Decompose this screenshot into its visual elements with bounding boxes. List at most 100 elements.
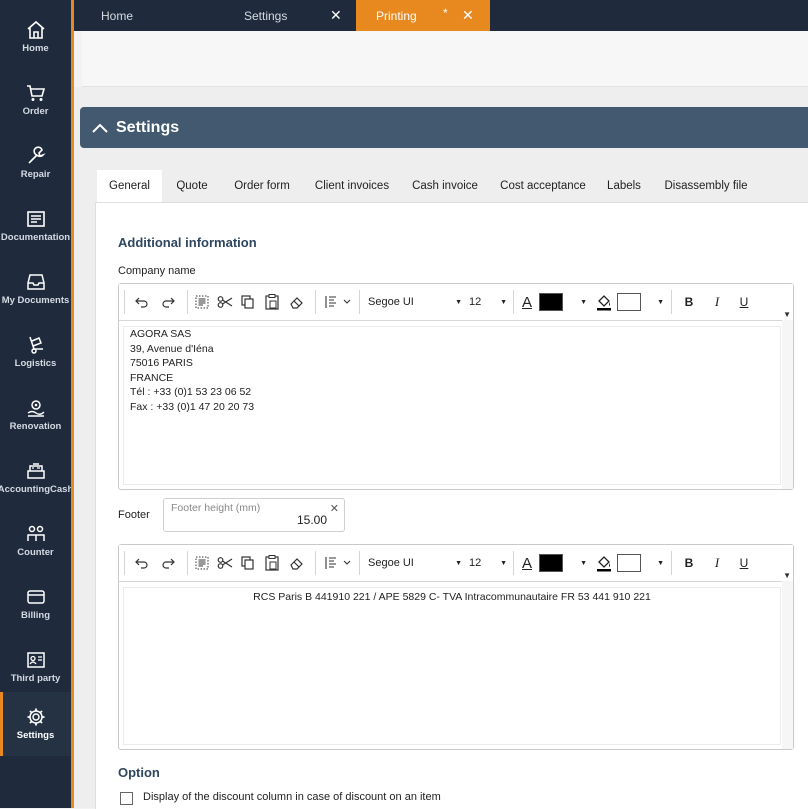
subtab-label: Cost acceptance [500, 180, 586, 192]
clear-format-button[interactable] [288, 553, 306, 573]
subtab-cost-acceptance[interactable]: Cost acceptance [497, 170, 589, 202]
font-family-value: Segoe UI [368, 296, 414, 308]
subtab-labels[interactable]: Labels [605, 170, 643, 202]
sidebar-item-my-documents[interactable]: My Documents [0, 260, 71, 318]
sidebar-item-renovation[interactable]: Renovation [0, 386, 71, 444]
tab-label: Settings [244, 8, 288, 23]
additional-information-heading: Additional information [118, 235, 257, 250]
tab-home[interactable]: Home [101, 0, 181, 31]
sidebar-item-settings[interactable]: Settings [0, 692, 71, 756]
alignment-dropdown[interactable] [324, 553, 352, 573]
toolbar-separator [187, 551, 188, 575]
font-size-dropdown[interactable]: 12 ▼ [469, 553, 507, 573]
underline-button[interactable]: U [736, 553, 752, 573]
redo-button[interactable] [159, 292, 177, 312]
font-family-value: Segoe UI [368, 557, 414, 569]
bold-button[interactable]: B [681, 292, 697, 312]
close-icon[interactable]: ✕ [462, 7, 474, 24]
sidebar-item-label: Billing [20, 610, 51, 621]
sidebar-item-label: Third party [10, 673, 61, 684]
highlight-color-button[interactable] [595, 553, 613, 573]
font-color-dropdown[interactable]: ▼ [567, 292, 587, 312]
editor-scrollbar[interactable] [782, 320, 793, 489]
tab-printing[interactable]: Printing * ✕ [356, 0, 490, 31]
footer-text[interactable]: RCS Paris B 441910 221 / APE 5829 C- TVA… [123, 587, 781, 745]
highlight-color-dropdown[interactable]: ▼ [644, 553, 664, 573]
sidebar-item-label: AccountingCash [0, 484, 74, 495]
sidebar-item-documentation[interactable]: Documentation [0, 197, 71, 255]
editor-toolbar: Segoe UI ▼ 12 ▼ A ▼ ▼ B I U ▼ [119, 545, 793, 582]
subtab-client-invoices[interactable]: Client invoices [311, 170, 393, 202]
toolbar-more-icon[interactable]: ▼ [783, 571, 791, 580]
home-icon [26, 20, 45, 39]
inbox-icon [26, 274, 45, 290]
sidebar-item-logistics[interactable]: Logistics [0, 323, 71, 381]
select-all-button[interactable] [193, 292, 211, 312]
paste-button[interactable] [263, 292, 281, 312]
footer-height-placeholder: Footer height (mm) [171, 502, 261, 514]
underline-button[interactable]: U [736, 292, 752, 312]
toolbar-separator [315, 290, 316, 314]
font-color-button[interactable]: A [519, 292, 535, 312]
copy-button[interactable] [239, 292, 257, 312]
subtab-disassembly-file[interactable]: Disassembly file [661, 170, 751, 202]
italic-button[interactable]: I [709, 553, 725, 573]
dropdown-arrow-icon: ▼ [580, 559, 587, 567]
undo-button[interactable] [133, 292, 151, 312]
sidebar-item-counter[interactable]: Counter [0, 512, 71, 570]
subtab-order-form[interactable]: Order form [227, 170, 297, 202]
italic-button[interactable]: I [709, 292, 725, 312]
sidebar-item-order[interactable]: Order [0, 71, 71, 129]
subtab-general[interactable]: General [97, 170, 162, 204]
text-line: AGORA SAS [130, 328, 192, 340]
font-color-dropdown[interactable]: ▼ [567, 553, 587, 573]
paste-button[interactable] [263, 553, 281, 573]
cart-icon [26, 85, 45, 101]
font-size-dropdown[interactable]: 12 ▼ [469, 292, 507, 312]
discount-column-checkbox[interactable] [120, 792, 133, 805]
toolbar-more-icon[interactable]: ▼ [783, 310, 791, 319]
footer-height-field[interactable]: Footer height (mm) 15.00 ✕ [163, 498, 345, 532]
paint-bucket-icon [597, 295, 611, 311]
cut-button[interactable] [216, 292, 234, 312]
gear-icon [27, 708, 44, 726]
bold-button[interactable]: B [681, 553, 697, 573]
renovation-icon [27, 400, 44, 417]
toolbar-separator [359, 551, 360, 575]
discount-column-label: Display of the discount column in case o… [143, 791, 441, 803]
tab-settings[interactable]: Settings ✕ [244, 0, 354, 31]
close-icon[interactable]: ✕ [330, 7, 342, 24]
alignment-dropdown[interactable] [324, 292, 352, 312]
highlight-color-dropdown[interactable]: ▼ [644, 292, 664, 312]
text-line: 75016 PARIS [130, 357, 193, 369]
settings-section-header[interactable]: Settings [80, 107, 808, 148]
highlight-color-button[interactable] [595, 292, 613, 312]
font-family-dropdown[interactable]: Segoe UI ▼ [368, 553, 462, 573]
clear-format-button[interactable] [288, 292, 306, 312]
cut-button[interactable] [216, 553, 234, 573]
sidebar-item-home[interactable]: Home [0, 8, 71, 66]
sidebar-item-repair[interactable]: Repair [0, 134, 71, 192]
highlight-color-swatch [617, 554, 641, 572]
sidebar-item-accountingcash[interactable]: AccountingCash [0, 449, 74, 507]
editor-scrollbar[interactable] [782, 581, 793, 749]
redo-button[interactable] [159, 553, 177, 573]
sidebar-item-third-party[interactable]: Third party [0, 638, 71, 696]
dropdown-arrow-icon: ▼ [580, 298, 587, 306]
paste-icon [265, 294, 279, 310]
clear-icon[interactable]: ✕ [330, 502, 339, 515]
undo-button[interactable] [133, 553, 151, 573]
subtab-cash-invoice[interactable]: Cash invoice [409, 170, 481, 202]
company-name-text[interactable]: AGORA SAS 39, Avenue d'Iéna 75016 PARIS … [123, 326, 781, 485]
font-color-button[interactable]: A [519, 553, 535, 573]
copy-button[interactable] [239, 553, 257, 573]
cut-icon [217, 296, 233, 308]
toolbar-separator [513, 290, 514, 314]
chevron-up-icon [92, 123, 108, 133]
select-all-button[interactable] [193, 553, 211, 573]
toolbar-separator [187, 290, 188, 314]
sidebar-item-billing[interactable]: Billing [0, 575, 71, 633]
subtab-quote[interactable]: Quote [167, 170, 217, 202]
copy-icon [241, 556, 254, 570]
font-family-dropdown[interactable]: Segoe UI ▼ [368, 292, 462, 312]
